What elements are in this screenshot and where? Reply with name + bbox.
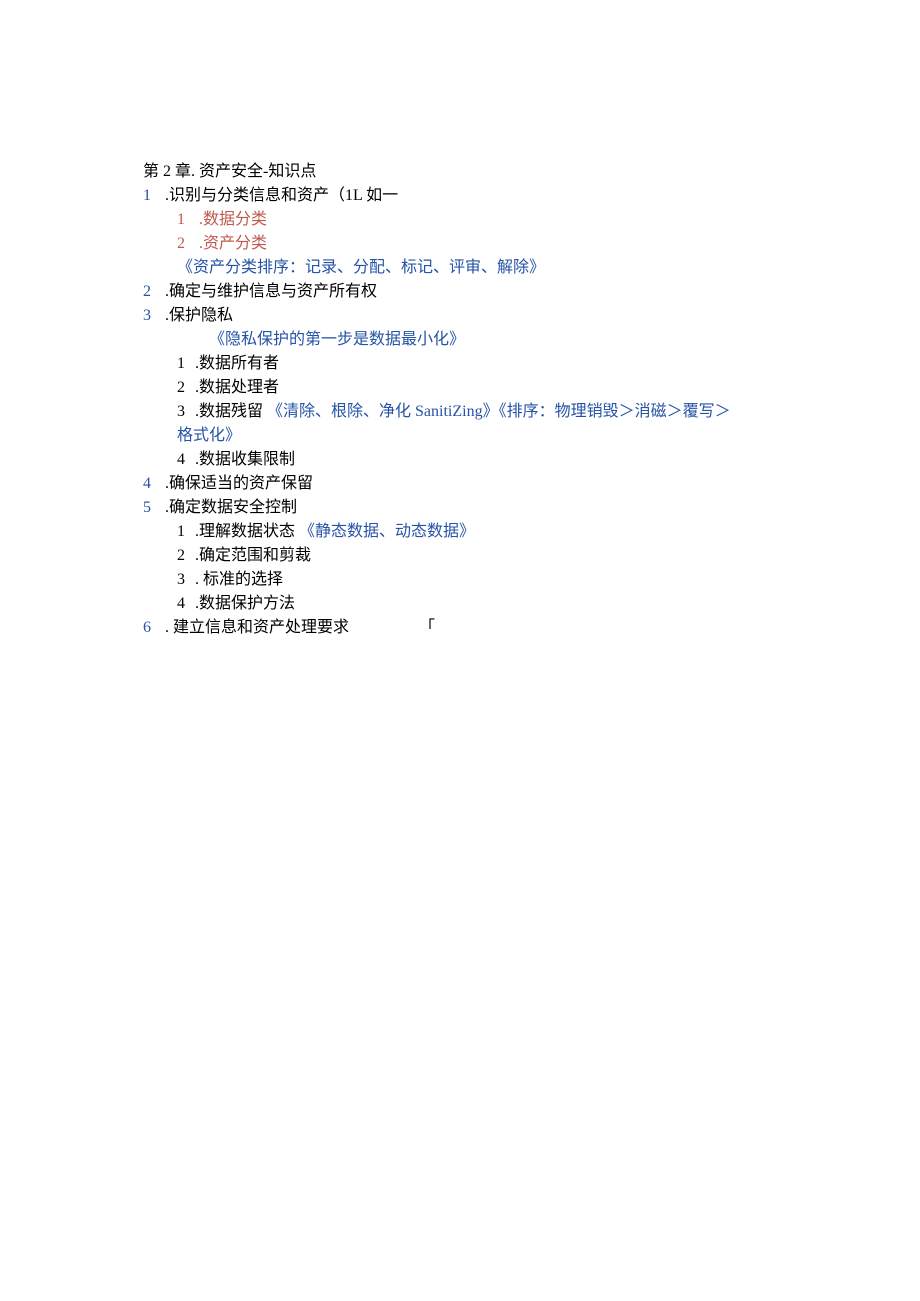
item-number: 3 (177, 568, 185, 592)
outline-note-1: 《资产分类排序：记录、分配、标记、评审、解除》 (143, 256, 783, 280)
text-cursor: 「 (419, 616, 435, 640)
item-label: .确定数据安全控制 (165, 496, 297, 520)
outline-item-6: 6 . 建立信息和资产处理要求 「 (143, 616, 783, 640)
item-number: 4 (177, 448, 185, 472)
inline-note: 《清除、根除、净化 SanitiZing》《排序：物理销毁＞消磁＞覆写＞ (267, 400, 731, 424)
item-label: . 标准的选择 (195, 568, 283, 592)
item-label: .数据分类 (199, 208, 267, 232)
note-text: 《隐私保护的第一步是数据最小化》 (209, 328, 465, 352)
outline-item-4: 4 .确保适当的资产保留 (143, 472, 783, 496)
outline-note-3: 《隐私保护的第一步是数据最小化》 (143, 328, 783, 352)
item-number: 2 (143, 280, 151, 304)
item-label: .数据所有者 (195, 352, 279, 376)
item-number: 1 (177, 520, 185, 544)
outline-item-5-1: 1 .理解数据状态 《静态数据、动态数据》 (143, 520, 783, 544)
item-label: .确定与维护信息与资产所有权 (165, 280, 377, 304)
item-number: 4 (177, 592, 185, 616)
item-label: .确保适当的资产保留 (165, 472, 313, 496)
item-number: 6 (143, 616, 151, 640)
note-text: 《资产分类排序：记录、分配、标记、评审、解除》 (177, 256, 545, 280)
outline-item-3-2: 2 .数据处理者 (143, 376, 783, 400)
item-number: 2 (177, 232, 185, 256)
outline-item-3-1: 1 .数据所有者 (143, 352, 783, 376)
document-page: 第 2 章. 资产安全-知识点 1 .识别与分类信息和资产（1L 如一 1 .数… (0, 0, 783, 640)
item-label: .数据残留 (195, 400, 263, 424)
item-label: .数据保护方法 (195, 592, 295, 616)
outline-item-3-3: 3 .数据残留 《清除、根除、净化 SanitiZing》《排序：物理销毁＞消磁… (143, 400, 783, 424)
item-number: 4 (143, 472, 151, 496)
item-label: .资产分类 (199, 232, 267, 256)
item-label: .保护隐私 (165, 304, 233, 328)
item-number: 1 (177, 208, 185, 232)
item-number: 5 (143, 496, 151, 520)
item-number: 3 (143, 304, 151, 328)
item-number: 2 (177, 376, 185, 400)
outline-item-1-2: 2 .资产分类 (143, 232, 783, 256)
outline-item-1: 1 .识别与分类信息和资产（1L 如一 (143, 184, 783, 208)
note-wrap: 格式化》 (177, 424, 241, 448)
item-label: .数据处理者 (195, 376, 279, 400)
item-number: 1 (177, 352, 185, 376)
item-label: .理解数据状态 (195, 520, 295, 544)
chapter-title: 第 2 章. 资产安全-知识点 (143, 160, 783, 184)
outline-item-5-4: 4 .数据保护方法 (143, 592, 783, 616)
outline-item-5: 5 .确定数据安全控制 (143, 496, 783, 520)
item-number: 2 (177, 544, 185, 568)
item-label: .识别与分类信息和资产（1L 如一 (165, 184, 398, 208)
outline-item-2: 2 .确定与维护信息与资产所有权 (143, 280, 783, 304)
title-text: 第 2 章. 资产安全-知识点 (143, 160, 316, 184)
outline-item-3: 3 .保护隐私 (143, 304, 783, 328)
item-number: 1 (143, 184, 151, 208)
item-number: 3 (177, 400, 185, 424)
outline-item-5-3: 3 . 标准的选择 (143, 568, 783, 592)
item-label: .确定范围和剪裁 (195, 544, 311, 568)
outline-item-1-1: 1 .数据分类 (143, 208, 783, 232)
outline-item-5-2: 2 .确定范围和剪裁 (143, 544, 783, 568)
inline-note: 《静态数据、动态数据》 (299, 520, 475, 544)
outline-item-3-3-wrap: 格式化》 (143, 424, 783, 448)
outline-item-3-4: 4 .数据收集限制 (143, 448, 783, 472)
item-label: . 建立信息和资产处理要求 (165, 616, 349, 640)
item-label: .数据收集限制 (195, 448, 295, 472)
